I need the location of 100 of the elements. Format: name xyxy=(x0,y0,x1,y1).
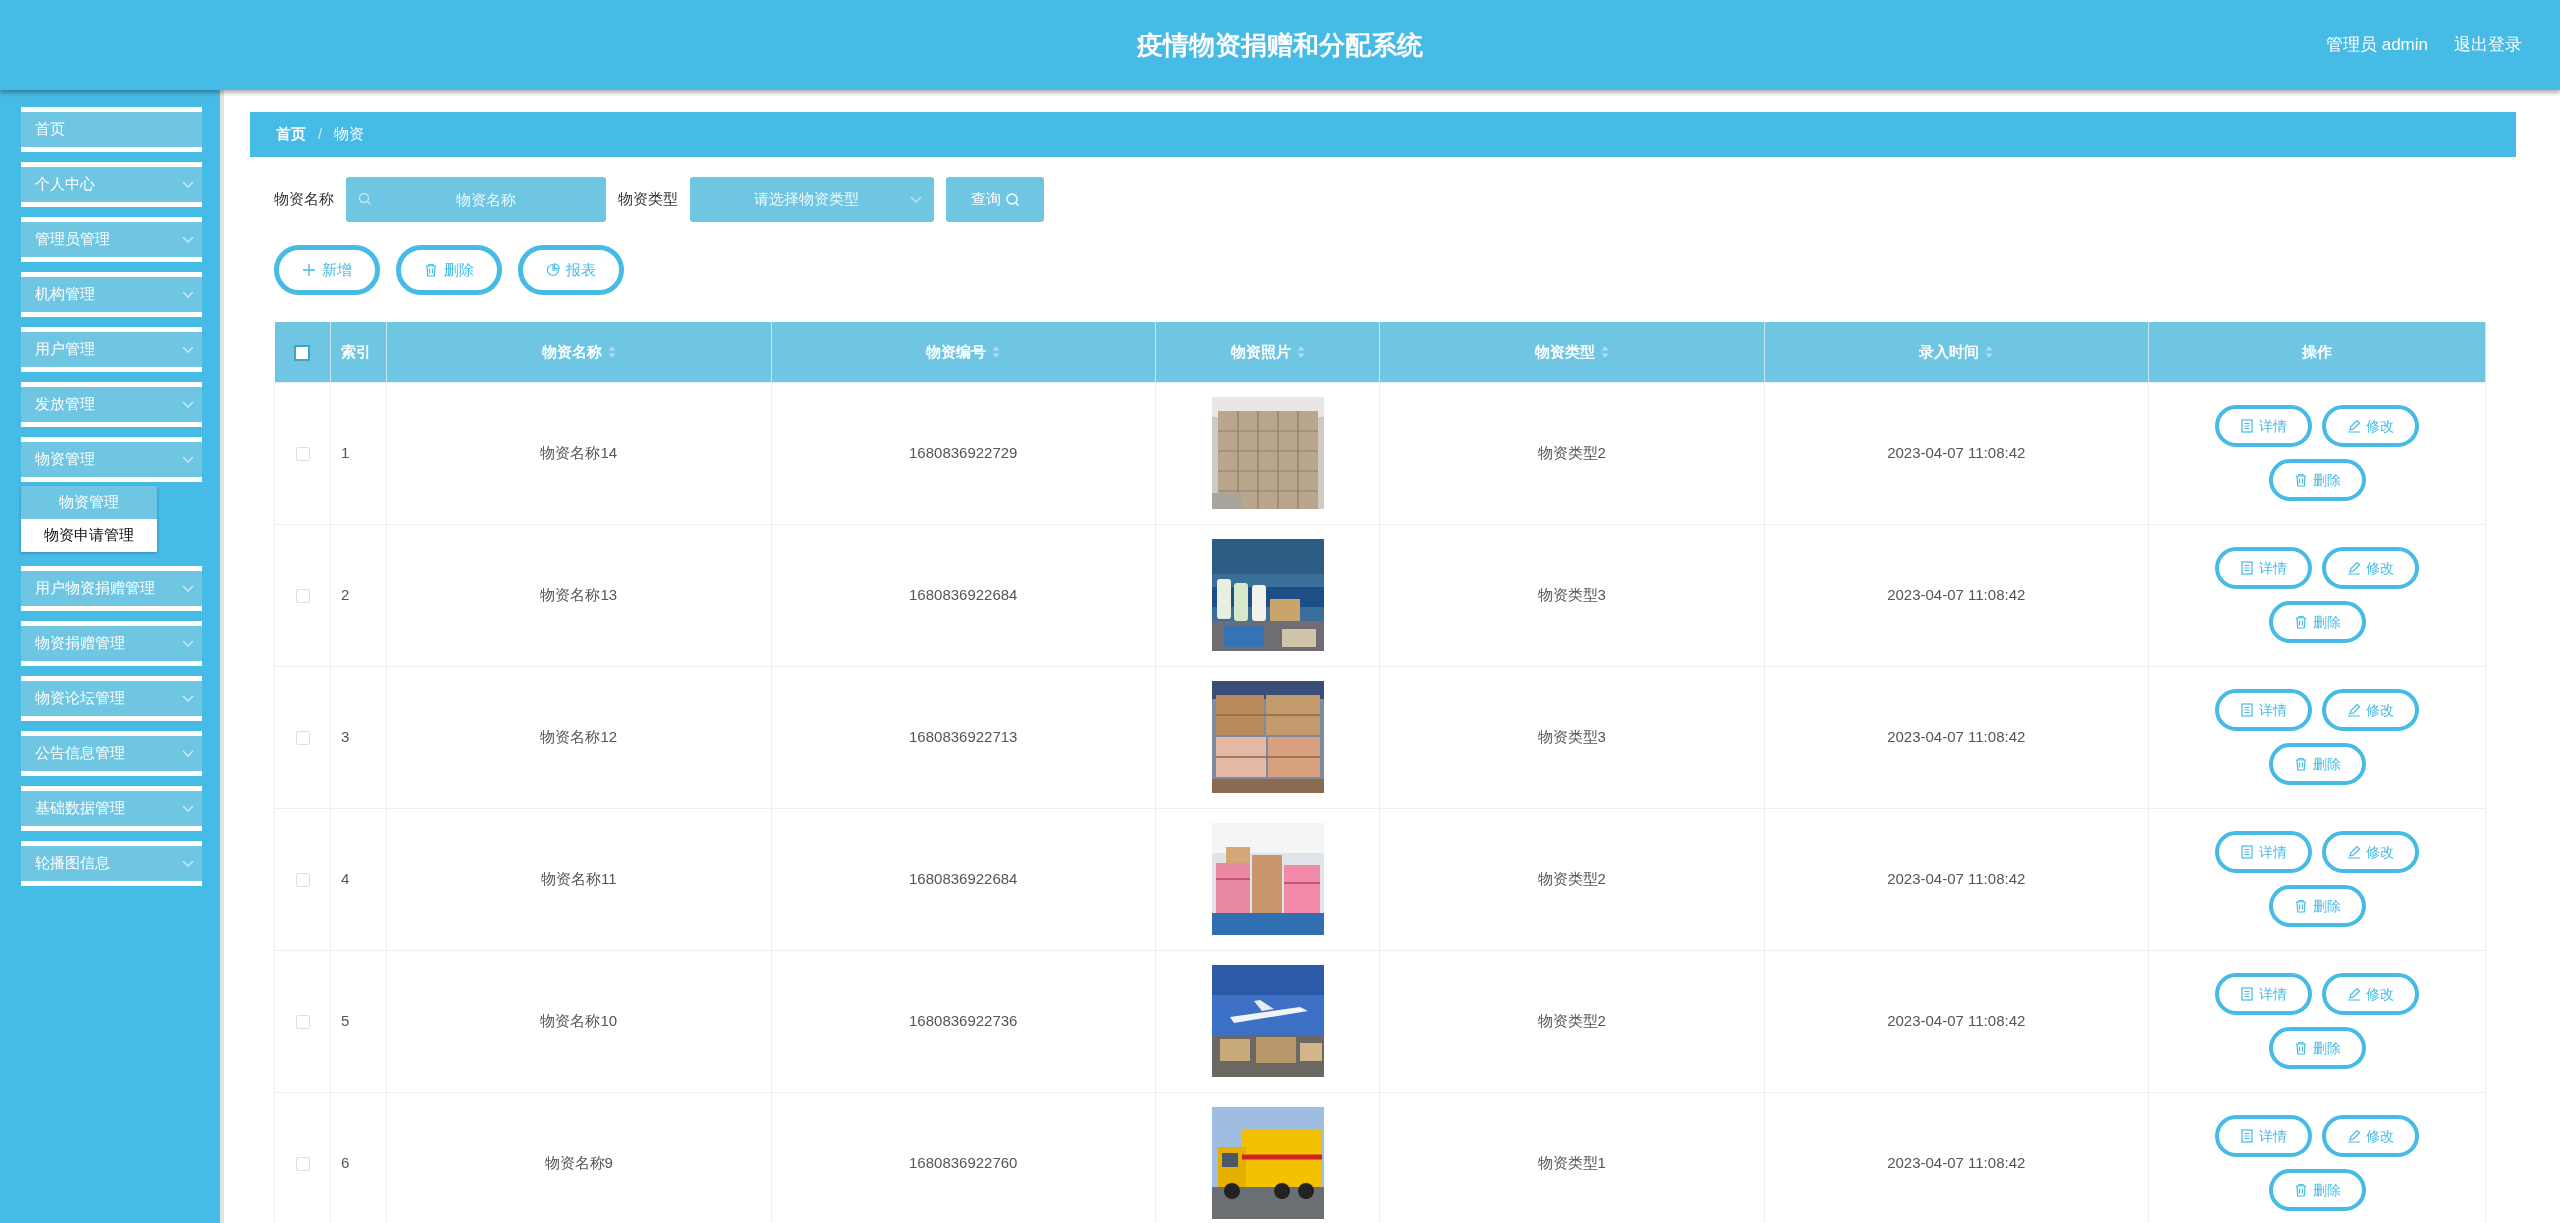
chevron-down-icon xyxy=(182,455,194,464)
column-header: 索引 xyxy=(341,341,371,362)
chevron-down-icon xyxy=(182,694,194,703)
delete-button[interactable]: 删除 xyxy=(2268,885,2366,927)
sidebar-item[interactable]: 首页 xyxy=(21,107,202,152)
plus-icon xyxy=(302,263,316,277)
table-cell: 物资类型3 xyxy=(1537,727,1606,745)
logout-link[interactable]: 退出登录 xyxy=(2454,32,2522,58)
edit-button[interactable]: 修改 xyxy=(2322,831,2419,873)
submenu-item[interactable]: 物资管理 xyxy=(21,486,157,519)
document-icon xyxy=(2240,703,2254,717)
name-search-field[interactable]: 物资名称 xyxy=(346,177,606,222)
column-header[interactable]: 物资编号 xyxy=(926,340,987,363)
sidebar-item[interactable]: 发放管理 xyxy=(21,382,202,427)
sidebar-item[interactable]: 机构管理 xyxy=(21,272,202,317)
table-cell: 2023-04-07 11:08:42 xyxy=(1887,869,2026,887)
trash-icon xyxy=(2293,757,2308,771)
table-cell: 物资名称13 xyxy=(540,585,618,603)
type-select[interactable]: 请选择物资类型 xyxy=(690,177,934,222)
row-checkbox[interactable] xyxy=(295,872,310,887)
detail-button[interactable]: 详情 xyxy=(2215,1115,2312,1157)
chevron-down-icon xyxy=(182,180,194,189)
delete-button[interactable]: 删除 xyxy=(2268,601,2366,643)
breadcrumb-current: 物资 xyxy=(334,124,365,145)
sidebar-item[interactable]: 管理员管理 xyxy=(21,217,202,262)
detail-button[interactable]: 详情 xyxy=(2215,973,2312,1015)
table-cell: 2 xyxy=(341,585,350,603)
sidebar-item[interactable]: 公告信息管理 xyxy=(21,731,202,776)
chevron-down-icon xyxy=(182,290,194,299)
row-checkbox[interactable] xyxy=(295,730,310,745)
document-icon xyxy=(2240,987,2254,1001)
table-cell: 1680836922684 xyxy=(909,869,1018,887)
chevron-down-icon xyxy=(182,859,194,868)
delete-button[interactable]: 删除 xyxy=(2268,743,2366,785)
sidebar-item[interactable]: 物资捐赠管理 xyxy=(21,621,202,666)
table-cell: 物资类型2 xyxy=(1537,443,1606,461)
trash-icon xyxy=(2293,615,2308,629)
detail-button[interactable]: 详情 xyxy=(2215,547,2312,589)
sort-icon xyxy=(607,345,616,358)
submenu-item[interactable]: 物资申请管理 xyxy=(21,519,157,552)
delete-button[interactable]: 删除 xyxy=(2268,459,2366,501)
pencil-icon xyxy=(2347,1129,2361,1143)
edit-button[interactable]: 修改 xyxy=(2322,405,2419,447)
column-header[interactable]: 录入时间 xyxy=(1919,340,1980,363)
edit-button[interactable]: 修改 xyxy=(2322,547,2419,589)
add-button[interactable]: 新增 xyxy=(274,245,380,295)
breadcrumb-separator: / xyxy=(318,124,323,145)
row-checkbox[interactable] xyxy=(295,446,310,461)
detail-button[interactable]: 详情 xyxy=(2215,831,2312,873)
chevron-down-icon xyxy=(182,584,194,593)
delete-button[interactable]: 删除 xyxy=(2268,1169,2366,1211)
field-label: 物资名称 xyxy=(274,189,334,210)
pencil-icon xyxy=(2347,703,2361,717)
chevron-down-icon xyxy=(910,195,922,204)
column-header[interactable]: 物资类型 xyxy=(1534,340,1595,363)
edit-button[interactable]: 修改 xyxy=(2322,973,2419,1015)
table-cell: 1680836922729 xyxy=(909,443,1018,461)
chevron-down-icon xyxy=(182,345,194,354)
sidebar-item[interactable]: 轮播图信息 xyxy=(21,841,202,886)
sort-icon xyxy=(1985,345,1994,358)
chevron-down-icon xyxy=(182,235,194,244)
trash-icon xyxy=(2293,1183,2308,1197)
delete-button[interactable]: 删除 xyxy=(396,245,502,295)
sidebar-item[interactable]: 物资论坛管理 xyxy=(21,676,202,721)
row-checkbox[interactable] xyxy=(295,588,310,603)
pie-chart-icon xyxy=(546,263,560,277)
table-cell: 物资名称12 xyxy=(540,727,618,745)
search-button[interactable]: 查询 xyxy=(946,177,1044,222)
detail-button[interactable]: 详情 xyxy=(2215,689,2312,731)
user-label: 管理员 admin xyxy=(2325,34,2428,57)
sidebar-item[interactable]: 用户管理 xyxy=(21,327,202,372)
table-cell: 2023-04-07 11:08:42 xyxy=(1887,727,2026,745)
table-cell: 2023-04-07 11:08:42 xyxy=(1887,585,2026,603)
table-cell: 物资类型2 xyxy=(1537,869,1606,887)
select-all-checkbox[interactable] xyxy=(294,344,311,361)
sidebar-item[interactable]: 物资管理 xyxy=(21,437,202,482)
row-checkbox[interactable] xyxy=(295,1014,310,1029)
document-icon xyxy=(2240,419,2254,433)
sidebar-item[interactable]: 用户物资捐赠管理 xyxy=(21,566,202,611)
table-cell: 2023-04-07 11:08:42 xyxy=(1887,1153,2026,1171)
detail-button[interactable]: 详情 xyxy=(2215,405,2312,447)
edit-button[interactable]: 修改 xyxy=(2322,1115,2419,1157)
sidebar-item[interactable]: 个人中心 xyxy=(21,162,202,207)
app-title: 疫情物资捐赠和分配系统 xyxy=(1137,28,1423,62)
column-header[interactable]: 物资照片 xyxy=(1230,340,1291,363)
table-cell: 物资名称9 xyxy=(544,1153,613,1171)
sidebar-item[interactable]: 基础数据管理 xyxy=(21,786,202,831)
row-checkbox[interactable] xyxy=(295,1156,310,1171)
table-cell: 1 xyxy=(341,443,350,461)
document-icon xyxy=(2240,845,2254,859)
field-label: 物资类型 xyxy=(618,189,678,210)
column-header[interactable]: 物资名称 xyxy=(541,340,602,363)
pencil-icon xyxy=(2347,561,2361,575)
breadcrumb-link[interactable]: 首页 xyxy=(276,123,306,146)
delete-button[interactable]: 删除 xyxy=(2268,1027,2366,1069)
table-cell: 1680836922713 xyxy=(909,727,1018,745)
table-cell: 1680836922684 xyxy=(909,585,1018,603)
table-cell: 物资名称11 xyxy=(540,869,617,887)
report-button[interactable]: 报表 xyxy=(518,245,624,295)
edit-button[interactable]: 修改 xyxy=(2322,689,2419,731)
